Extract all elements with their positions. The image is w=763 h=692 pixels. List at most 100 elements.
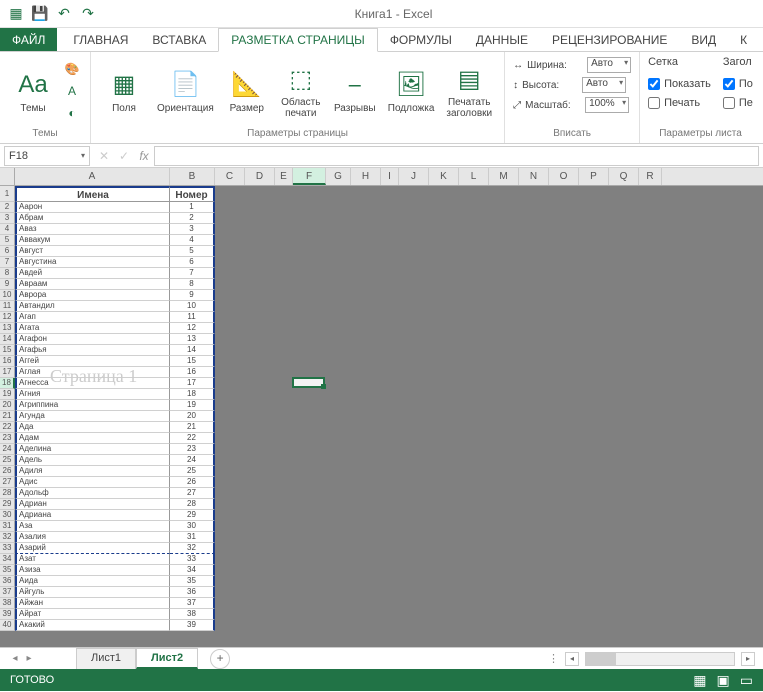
view-page-layout-icon[interactable]: ▣: [717, 672, 730, 689]
view-page-break-icon[interactable]: ▭: [740, 672, 753, 689]
col-header-R[interactable]: R: [639, 168, 662, 185]
col-header-A[interactable]: A: [15, 168, 170, 185]
hscroll-track[interactable]: [585, 652, 735, 666]
headings-view-checkbox[interactable]: По: [723, 75, 753, 93]
table-row[interactable]: 2Аарон1: [0, 202, 763, 213]
tab-к[interactable]: К: [728, 28, 759, 51]
table-row[interactable]: 18Агнесса17: [0, 378, 763, 389]
tab-вставка[interactable]: ВСТАВКА: [140, 28, 218, 51]
tab-формулы[interactable]: ФОРМУЛЫ: [378, 28, 464, 51]
table-row[interactable]: 30Адриана29: [0, 510, 763, 521]
sheet-tab-Лист2[interactable]: Лист2: [136, 648, 198, 669]
colors-icon[interactable]: 🎨: [62, 59, 82, 79]
table-row[interactable]: 22Ада21: [0, 422, 763, 433]
header-row[interactable]: 1ИменаНомер: [0, 186, 763, 202]
table-row[interactable]: 21Агунда20: [0, 411, 763, 422]
col-header-L[interactable]: L: [459, 168, 489, 185]
width-combo[interactable]: Авто: [587, 57, 631, 73]
col-header-K[interactable]: K: [429, 168, 459, 185]
sheet-nav-prev[interactable]: ◂: [8, 653, 22, 664]
col-header-I[interactable]: I: [381, 168, 399, 185]
table-row[interactable]: 12Агап11: [0, 312, 763, 323]
col-header-G[interactable]: G: [326, 168, 351, 185]
add-sheet-button[interactable]: +: [210, 649, 230, 669]
table-row[interactable]: 5Аввакум4: [0, 235, 763, 246]
table-row[interactable]: 3Абрам2: [0, 213, 763, 224]
table-row[interactable]: 33Азарий32: [0, 543, 763, 554]
table-row[interactable]: 39Айрат38: [0, 609, 763, 620]
table-row[interactable]: 6Август5: [0, 246, 763, 257]
col-header-O[interactable]: O: [549, 168, 579, 185]
print-titles-button[interactable]: ▤Печатать заголовки: [442, 61, 496, 121]
redo-icon[interactable]: ↷: [80, 6, 96, 22]
size-button[interactable]: 📐Размер: [222, 67, 272, 116]
table-row[interactable]: 10Аврора9: [0, 290, 763, 301]
table-row[interactable]: 20Агриппина19: [0, 400, 763, 411]
headings-print-checkbox[interactable]: Пе: [723, 94, 753, 112]
table-row[interactable]: 27Адис26: [0, 477, 763, 488]
table-row[interactable]: 28Адольф27: [0, 488, 763, 499]
table-row[interactable]: 19Агния18: [0, 389, 763, 400]
themes-button[interactable]: Aa Темы: [8, 67, 58, 116]
col-header-N[interactable]: N: [519, 168, 549, 185]
table-row[interactable]: 32Азалия31: [0, 532, 763, 543]
table-row[interactable]: 26Адиля25: [0, 466, 763, 477]
column-headers[interactable]: ABCDEFGHIJKLMNOPQR: [0, 168, 763, 186]
print-area-button[interactable]: ⬚Область печати: [276, 61, 326, 121]
table-row[interactable]: 25Адель24: [0, 455, 763, 466]
table-row[interactable]: 15Агафья14: [0, 345, 763, 356]
hscroll-thumb[interactable]: [586, 653, 616, 665]
table-row[interactable]: 7Августина6: [0, 257, 763, 268]
save-icon[interactable]: 💾: [32, 6, 48, 22]
gridlines-print-checkbox[interactable]: Печать: [648, 94, 711, 112]
height-combo[interactable]: Авто: [582, 77, 626, 93]
table-row[interactable]: 29Адриан28: [0, 499, 763, 510]
table-row[interactable]: 38Айжан37: [0, 598, 763, 609]
table-row[interactable]: 40Акакий39: [0, 620, 763, 631]
table-row[interactable]: 14Агафон13: [0, 334, 763, 345]
table-row[interactable]: 37Айгуль36: [0, 587, 763, 598]
background-button[interactable]: 🖼Подложка: [384, 67, 439, 116]
sheet-tab-Лист1[interactable]: Лист1: [76, 648, 136, 669]
table-row[interactable]: 34Азат33: [0, 554, 763, 565]
fonts-icon[interactable]: A: [62, 81, 82, 101]
orientation-button[interactable]: 📄Ориентация: [153, 67, 218, 116]
table-row[interactable]: 8Авдей7: [0, 268, 763, 279]
table-row[interactable]: 35Азиза34: [0, 565, 763, 576]
gridlines-view-checkbox[interactable]: Показать: [648, 75, 711, 93]
formula-input[interactable]: [154, 146, 759, 166]
col-header-P[interactable]: P: [579, 168, 609, 185]
grid-rows[interactable]: Страница 1 1ИменаНомер2Аарон13Абрам24Ава…: [0, 186, 763, 647]
name-box[interactable]: F18: [4, 146, 90, 166]
table-row[interactable]: 17Аглая16: [0, 367, 763, 378]
tab-рецензирование[interactable]: РЕЦЕНЗИРОВАНИЕ: [540, 28, 679, 51]
tab-split-handle[interactable]: ⋮: [548, 652, 559, 665]
table-row[interactable]: 24Аделина23: [0, 444, 763, 455]
hscroll-right[interactable]: ▸: [741, 652, 755, 666]
table-row[interactable]: 4Аваз3: [0, 224, 763, 235]
col-header-E[interactable]: E: [275, 168, 293, 185]
table-row[interactable]: 16Аггей15: [0, 356, 763, 367]
col-header-H[interactable]: H: [351, 168, 381, 185]
table-row[interactable]: 11Автандил10: [0, 301, 763, 312]
col-header-M[interactable]: M: [489, 168, 519, 185]
col-header-F[interactable]: F: [293, 168, 326, 185]
sheet-nav-next[interactable]: ▸: [22, 653, 36, 664]
scale-spinner[interactable]: 100%: [585, 97, 629, 113]
tab-file[interactable]: ФАЙЛ: [0, 28, 57, 51]
table-row[interactable]: 23Адам22: [0, 433, 763, 444]
fx-icon[interactable]: fx: [134, 149, 154, 163]
breaks-button[interactable]: ⎯Разрывы: [330, 67, 380, 116]
table-row[interactable]: 9Авраам8: [0, 279, 763, 290]
worksheet-grid[interactable]: ABCDEFGHIJKLMNOPQR Страница 1 1ИменаНоме…: [0, 168, 763, 647]
col-header-J[interactable]: J: [399, 168, 429, 185]
tab-данные[interactable]: ДАННЫЕ: [464, 28, 540, 51]
table-row[interactable]: 36Аида35: [0, 576, 763, 587]
margins-button[interactable]: ▦Поля: [99, 67, 149, 116]
tab-разметка страницы[interactable]: РАЗМЕТКА СТРАНИЦЫ: [218, 28, 378, 52]
table-row[interactable]: 31Аза30: [0, 521, 763, 532]
col-header-Q[interactable]: Q: [609, 168, 639, 185]
table-row[interactable]: 13Агата12: [0, 323, 763, 334]
effects-icon[interactable]: ◐: [62, 103, 82, 123]
tab-вид[interactable]: ВИД: [679, 28, 728, 51]
